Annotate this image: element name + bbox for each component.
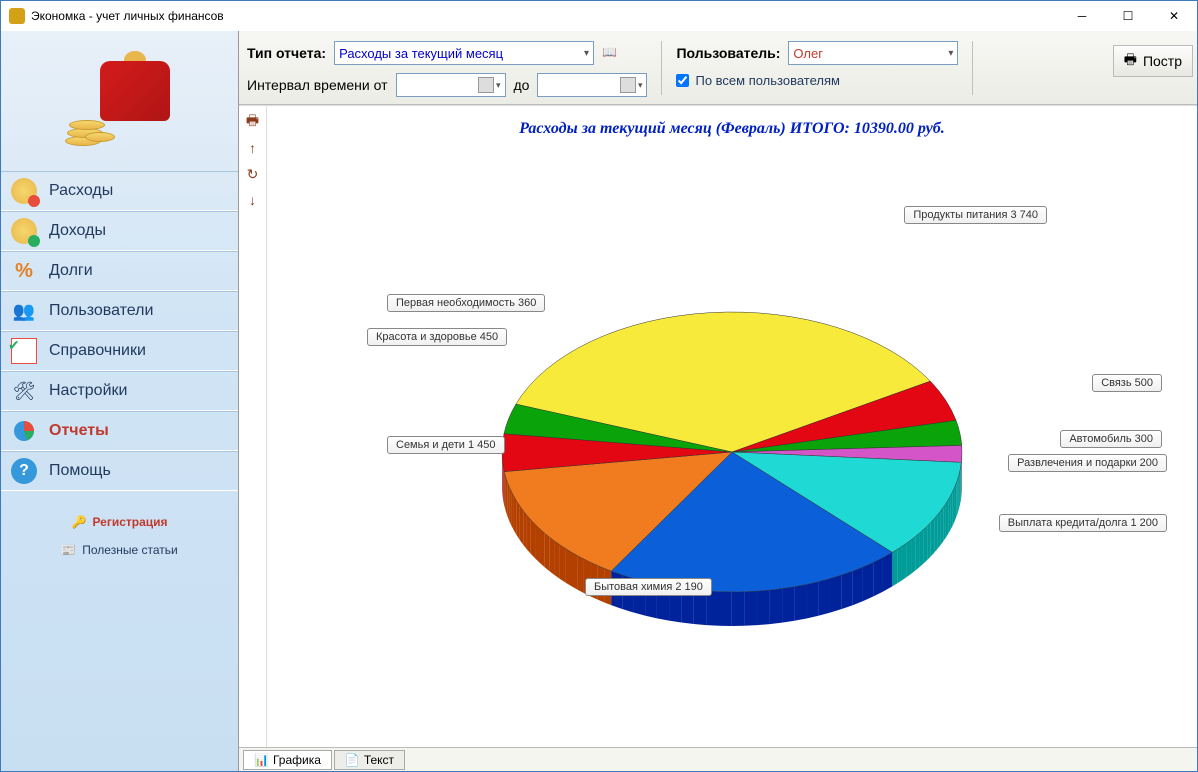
sidebar-item-label: Долги — [49, 262, 93, 280]
date-from-input[interactable]: ▾ — [396, 73, 506, 97]
logo-area — [1, 31, 238, 171]
chart-title: Расходы за текущий месяц (Февраль) ИТОГО… — [267, 120, 1197, 138]
sidebar-item-expenses[interactable]: Расходы — [1, 171, 238, 211]
book-icon[interactable]: 📖 — [602, 45, 620, 61]
bottom-tabs: 📊 Графика 📄 Текст — [239, 747, 1197, 771]
chart-icon: 📊 — [254, 753, 269, 767]
report-type-select[interactable]: Расходы за текущий месяц ▾ — [334, 41, 594, 65]
sidebar-item-label: Расходы — [49, 182, 113, 200]
sidebar-item-settings[interactable]: 🛠 Настройки — [1, 371, 238, 411]
close-button[interactable]: ✕ — [1151, 1, 1197, 31]
newspaper-icon: 📰 — [61, 543, 76, 557]
sidebar-item-label: Пользователи — [49, 302, 153, 320]
arrow-up-icon[interactable]: ↑ — [245, 140, 261, 156]
window-title: Экономка - учет личных финансов — [31, 9, 1059, 23]
user-label: Пользователь: — [676, 45, 780, 61]
pie-chart-icon — [11, 418, 37, 444]
calendar-icon — [620, 77, 636, 93]
arrow-down-icon[interactable]: ↓ — [245, 192, 261, 208]
sidebar-item-income[interactable]: Доходы — [1, 211, 238, 251]
interval-label: Интервал времени от — [247, 77, 388, 93]
tab-graphics[interactable]: 📊 Графика — [243, 750, 332, 770]
report-side-tools: 🖶 ↑ ↻ ↓ — [239, 106, 267, 747]
slice-label: Бытовая химия 2 190 — [585, 578, 712, 596]
sidebar-item-help[interactable]: ? Помощь — [1, 451, 238, 491]
all-users-checkbox[interactable]: По всем пользователям — [676, 73, 958, 88]
maximize-button[interactable]: ☐ — [1105, 1, 1151, 31]
user-select[interactable]: Олег ▾ — [788, 41, 958, 65]
sidebar-item-label: Настройки — [49, 382, 127, 400]
app-icon — [9, 8, 25, 24]
slice-label: Семья и дети 1 450 — [387, 436, 505, 454]
pie-chart — [452, 252, 1012, 652]
sidebar-item-label: Доходы — [49, 222, 106, 240]
calendar-icon — [478, 77, 494, 93]
sidebar-item-label: Справочники — [49, 342, 146, 360]
refresh-icon[interactable]: ↻ — [245, 166, 261, 182]
chevron-down-icon: ▾ — [948, 48, 953, 59]
registration-link[interactable]: 🔑 Регистрация — [71, 515, 167, 529]
sidebar-item-label: Отчеты — [49, 422, 109, 440]
list-check-icon — [11, 338, 37, 364]
help-icon: ? — [11, 458, 37, 484]
tab-text[interactable]: 📄 Текст — [334, 750, 405, 770]
slice-label: Связь 500 — [1092, 374, 1162, 392]
slice-label: Первая необходимость 360 — [387, 294, 545, 312]
key-icon: 🔑 — [71, 515, 86, 529]
slice-label: Развлечения и подарки 200 — [1008, 454, 1167, 472]
sidebar-item-debts[interactable]: % Долги — [1, 251, 238, 291]
chevron-down-icon: ▾ — [584, 48, 589, 59]
sidebar-item-reports[interactable]: Отчеты — [1, 411, 238, 451]
build-report-button[interactable]: 🖶 Постр — [1113, 45, 1193, 77]
text-icon: 📄 — [345, 753, 360, 767]
minimize-button[interactable]: ─ — [1059, 1, 1105, 31]
build-icon: 🖶 — [1124, 49, 1137, 73]
interval-to-label: до — [514, 77, 530, 93]
wallet-logo-icon — [60, 51, 180, 151]
tools-icon: 🛠 — [11, 378, 37, 404]
report-type-label: Тип отчета: — [247, 45, 326, 61]
toolbar: Тип отчета: Расходы за текущий месяц ▾ 📖… — [239, 31, 1197, 105]
sidebar: Расходы Доходы % Долги 👥 Пользователи Сп… — [1, 31, 239, 771]
articles-link[interactable]: 📰 Полезные статьи — [61, 543, 177, 557]
slice-label: Красота и здоровье 450 — [367, 328, 507, 346]
slice-label: Автомобиль 300 — [1060, 430, 1162, 448]
chevron-down-icon: ▾ — [638, 80, 643, 91]
slice-label: Продукты питания 3 740 — [904, 206, 1047, 224]
sidebar-item-dictionaries[interactable]: Справочники — [1, 331, 238, 371]
users-icon: 👥 — [11, 298, 37, 324]
slice-label: Выплата кредита/долга 1 200 — [999, 514, 1167, 532]
chart-zone: Расходы за текущий месяц (Февраль) ИТОГО… — [267, 106, 1197, 747]
coins-plus-icon — [11, 218, 37, 244]
sidebar-item-label: Помощь — [49, 462, 111, 480]
date-to-input[interactable]: ▾ — [537, 73, 647, 97]
print-icon[interactable]: 🖶 — [245, 114, 261, 130]
percent-icon: % — [11, 258, 37, 284]
coins-minus-icon — [11, 178, 37, 204]
chevron-down-icon: ▾ — [496, 80, 501, 91]
titlebar: Экономка - учет личных финансов ─ ☐ ✕ — [1, 1, 1197, 31]
sidebar-item-users[interactable]: 👥 Пользователи — [1, 291, 238, 331]
